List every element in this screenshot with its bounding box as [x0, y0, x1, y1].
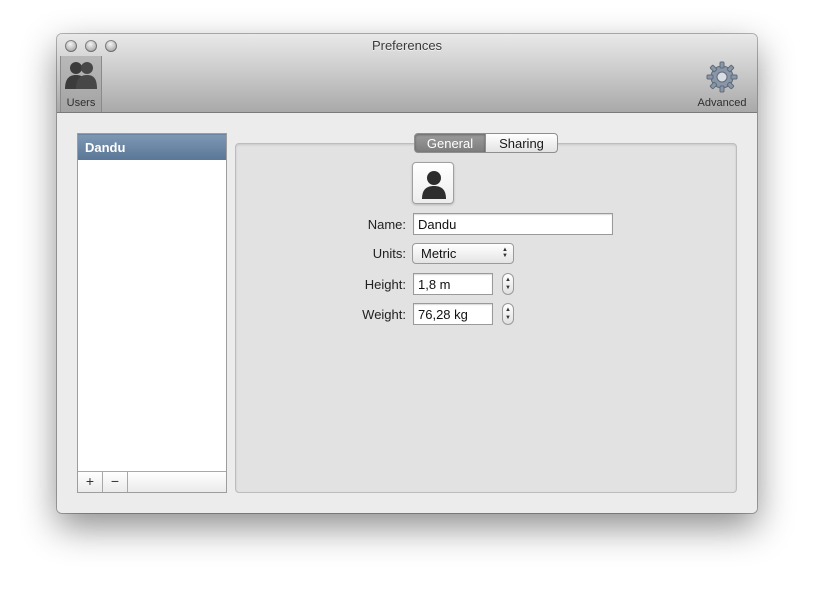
tab-general[interactable]: General — [414, 133, 486, 153]
height-label: Height: — [364, 277, 406, 292]
weight-stepper[interactable]: ▲ ▼ — [502, 303, 514, 325]
name-label: Name: — [367, 217, 406, 232]
user-avatar-button[interactable] — [412, 162, 454, 204]
tab-sharing[interactable]: Sharing — [485, 133, 558, 153]
stepper-up-icon: ▲ — [505, 277, 511, 283]
height-stepper[interactable]: ▲ ▼ — [502, 273, 514, 295]
user-list-item-selected[interactable]: Dandu — [78, 134, 226, 160]
weight-field[interactable] — [413, 303, 493, 325]
toolbar-advanced-label: Advanced — [697, 97, 747, 109]
units-popup-value: Metric — [421, 246, 457, 261]
height-field[interactable] — [413, 273, 493, 295]
window-title: Preferences — [371, 38, 443, 53]
stepper-up-icon: ▲ — [505, 307, 511, 313]
stepper-down-icon: ▼ — [505, 315, 511, 321]
weight-label: Weight: — [362, 307, 406, 322]
toolbar-advanced-button[interactable]: Advanced — [693, 56, 751, 112]
toolbar-users-label: Users — [66, 97, 96, 109]
person-silhouette-icon — [420, 169, 448, 199]
updown-arrows-icon: ▲ ▼ — [502, 247, 508, 259]
stepper-down-icon: ▼ — [505, 285, 511, 291]
user-list-footer: + − — [78, 471, 226, 492]
user-list[interactable]: Dandu + − — [77, 133, 227, 493]
preferences-window: Preferences Users Advanced Dandu + − Gen… — [57, 34, 757, 513]
units-label: Units: — [372, 246, 406, 261]
toolbar-users-button[interactable]: Users — [60, 56, 102, 112]
window-toolbar: Preferences Users Advanced — [57, 34, 757, 113]
gear-icon — [705, 60, 739, 94]
remove-user-button[interactable]: − — [103, 472, 128, 492]
units-popup[interactable]: Metric ▲ ▼ — [412, 243, 514, 264]
name-field[interactable] — [413, 213, 613, 235]
users-icon — [64, 60, 98, 90]
window-content: Dandu + − General Sharing Name: Units: M… — [57, 113, 757, 513]
add-user-button[interactable]: + — [78, 472, 103, 492]
